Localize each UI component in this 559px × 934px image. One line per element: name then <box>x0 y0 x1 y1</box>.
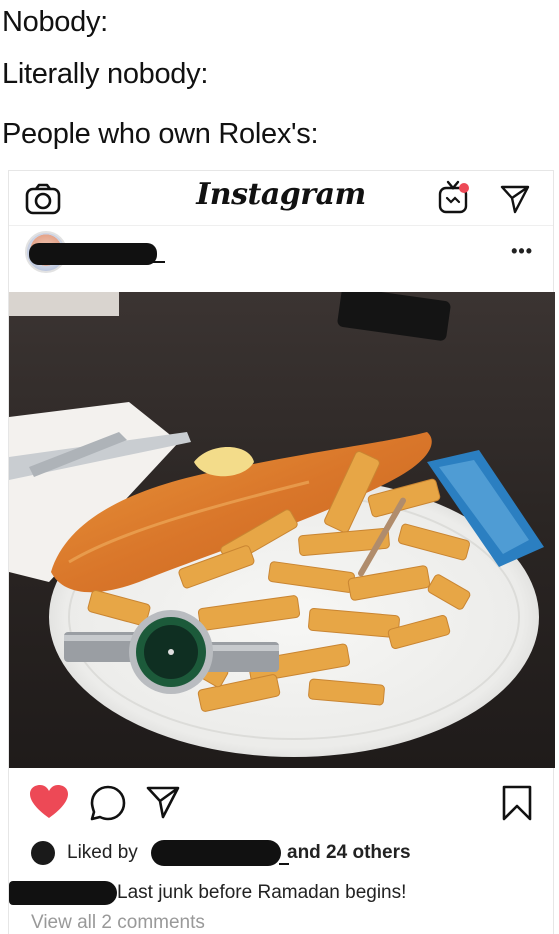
igtv-icon[interactable] <box>437 179 471 215</box>
comment-icon[interactable] <box>89 784 127 822</box>
heart-icon[interactable] <box>29 784 69 820</box>
likes-row: Liked by and 24 others <box>31 839 551 869</box>
likes-count-link[interactable]: and 24 others <box>287 842 411 864</box>
username-redaction-tail <box>149 261 165 263</box>
meme-line-2: Literally nobody: <box>2 58 209 90</box>
share-icon[interactable] <box>145 784 181 820</box>
instagram-header: Instagram <box>9 171 553 226</box>
direct-send-icon[interactable] <box>499 183 531 215</box>
post-header: ••• <box>9 227 553 291</box>
instagram-screenshot: Instagram ••• Liked by and 24 others Las… <box>8 170 555 934</box>
liker-avatar[interactable] <box>31 841 55 865</box>
meme-line-1: Nobody: <box>2 6 108 38</box>
more-options-icon[interactable]: ••• <box>511 241 533 262</box>
meme-line-3: People who own Rolex's: <box>2 118 319 150</box>
fish-and-chips-photo <box>9 292 555 768</box>
liker-redaction <box>151 840 281 866</box>
caption-username-redaction <box>9 881 117 905</box>
liked-by-label: Liked by <box>67 842 138 863</box>
username-redaction <box>29 243 157 265</box>
view-comments-link[interactable]: View all 2 comments <box>31 912 205 934</box>
post-actions <box>9 778 553 828</box>
post-photo[interactable] <box>9 292 555 768</box>
caption-row: Last junk before Ramadan begins! <box>9 879 555 909</box>
caption-text: Last junk before Ramadan begins! <box>117 882 407 903</box>
instagram-logo: Instagram <box>196 177 366 212</box>
bookmark-icon[interactable] <box>501 784 533 822</box>
